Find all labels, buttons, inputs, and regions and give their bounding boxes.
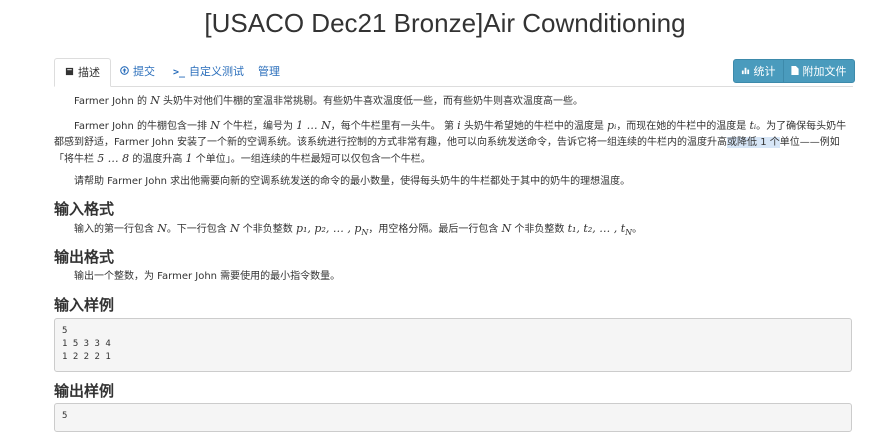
sample-output-line: 5 xyxy=(62,411,68,421)
sample-input-heading: 输入样例 xyxy=(54,297,115,314)
math: pᵢ xyxy=(607,119,617,132)
input-format-text: 输入的第一行包含 N。下一行包含 N 个非负整数 p₁, p₂, … , pN，… xyxy=(54,221,854,241)
description-paragraph-1: Farmer John 的 N 头奶牛对他们牛棚的室温非常挑剔。有些奶牛喜欢温度… xyxy=(54,93,854,110)
text: Farmer John 的 xyxy=(74,96,151,107)
sample-input-line: 5 xyxy=(62,326,68,336)
text: 输入的第一行包含 xyxy=(74,224,158,235)
math: N xyxy=(210,119,220,132)
tab-submit-label: 提交 xyxy=(133,65,155,78)
tab-submit[interactable]: 提交 xyxy=(110,58,165,86)
math: t₁, t₂, … , t xyxy=(567,222,626,235)
stats-button[interactable]: 统计 xyxy=(733,59,784,83)
sample-input-line: 1 2 2 2 1 xyxy=(62,352,111,362)
text: 头奶牛希望她的牛栏中的温度是 xyxy=(460,121,608,132)
tab-description-label: 描述 xyxy=(78,66,100,79)
sample-output-block[interactable]: 5 xyxy=(54,403,852,432)
math: N xyxy=(150,94,160,107)
book-icon xyxy=(65,60,74,88)
math: 5 … 8 xyxy=(97,152,130,165)
file-icon xyxy=(791,65,803,78)
upload-icon xyxy=(120,59,129,87)
text: 个非负整数 xyxy=(511,224,568,235)
text: ，每个牛栏里有一头牛。 第 xyxy=(330,121,458,132)
sample-input-line: 1 5 3 3 4 xyxy=(62,339,111,349)
text: 个单位」。一组连续的牛栏最短可以仅包含一个牛栏。 xyxy=(192,154,431,165)
tab-custom-test-label: 自定义测试 xyxy=(189,65,245,78)
math: N xyxy=(501,222,512,235)
tab-manage-label: 管理 xyxy=(258,65,280,78)
math: p₁, p₂, … , p xyxy=(295,222,362,235)
output-format-text: 输出一个整数，为 Farmer John 需要使用的最小指令数量。 xyxy=(74,271,341,282)
math: 1 xyxy=(185,152,193,165)
math: 1 … N xyxy=(296,119,331,132)
attachments-button-label: 附加文件 xyxy=(802,65,847,78)
text: 头奶牛对他们牛棚的室温非常挑剔。有些奶牛喜欢温度低一些，而有些奶牛则喜欢温度高一… xyxy=(159,96,583,107)
sample-output-heading: 输出样例 xyxy=(54,383,115,400)
bar-chart-icon xyxy=(741,65,754,78)
text: 。下一行包含 xyxy=(166,224,230,235)
tab-manage[interactable]: 管理 xyxy=(248,58,290,86)
tab-description[interactable]: 描述 xyxy=(54,58,111,87)
description-paragraph-3: 请帮助 Farmer John 求出他需要向新的空调系统发送的命令的最小数量，使… xyxy=(74,176,631,187)
text: 的温度升高 xyxy=(129,154,186,165)
text: ，而现在她的牛栏中的温度是 xyxy=(616,121,750,132)
text: 个非负整数 xyxy=(239,224,296,235)
text: 个牛栏，编号为 xyxy=(219,121,297,132)
selected-text: 或降低 1 个 xyxy=(727,137,780,148)
text: ，用空格分隔。最后一行包含 xyxy=(368,224,502,235)
terminal-icon: >_ xyxy=(173,67,186,78)
math: N xyxy=(230,222,240,235)
input-format-heading: 输入格式 xyxy=(54,201,115,218)
text: Farmer John 的牛棚包含一排 xyxy=(74,121,211,132)
tab-custom-test[interactable]: >_ 自定义测试 xyxy=(163,58,254,86)
sample-input-block[interactable]: 5 1 5 3 3 4 1 2 2 2 1 xyxy=(54,318,852,372)
stats-button-label: 统计 xyxy=(753,65,776,78)
output-format-heading: 输出格式 xyxy=(54,249,115,266)
math: N xyxy=(157,222,167,235)
attachments-button[interactable]: 附加文件 xyxy=(783,59,855,83)
page-title: [USACO Dec21 Bronze]Air Cownditioning xyxy=(204,8,686,38)
description-paragraph-2: Farmer John 的牛棚包含一排 N 个牛栏，编号为 1 … N，每个牛栏… xyxy=(54,118,854,168)
text: 。 xyxy=(632,224,643,235)
